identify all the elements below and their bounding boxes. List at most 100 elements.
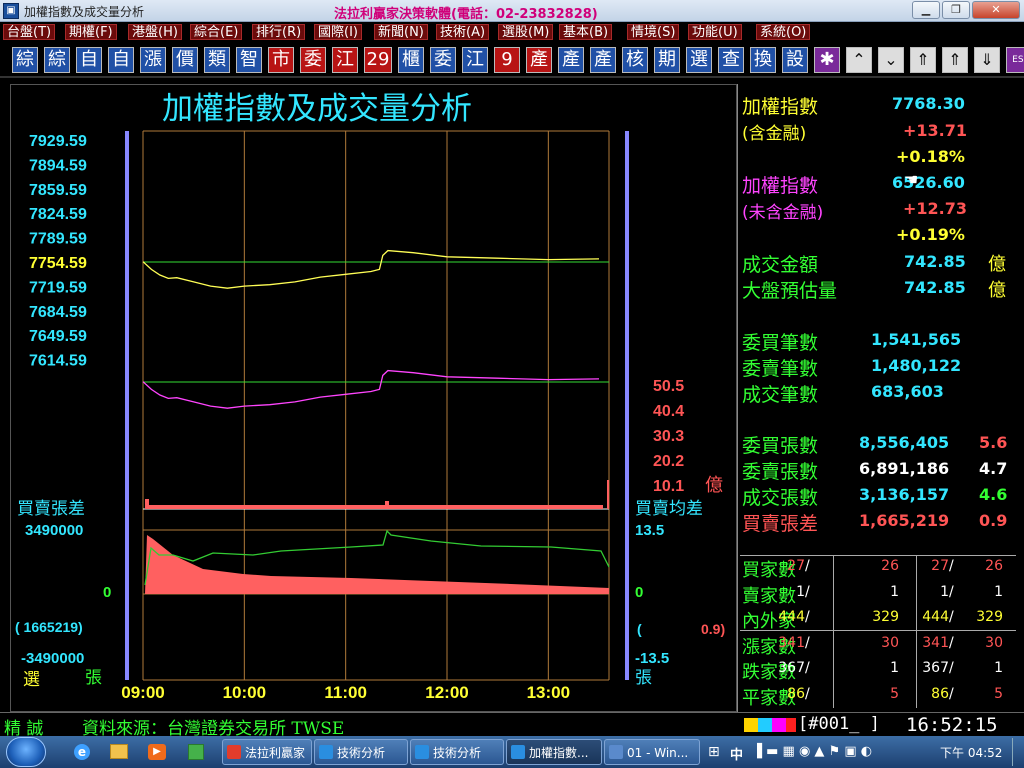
breadth-d-0: 26 [985, 558, 1003, 574]
menu-item-10[interactable]: 情境(S) [627, 24, 680, 40]
toolbar-button-17[interactable]: 產 [558, 47, 584, 73]
menu-item-8[interactable]: 選股(M) [498, 24, 554, 40]
count-value-1: 1,480,122 [871, 356, 962, 375]
index2-line [142, 369, 600, 409]
toolbar-button-18[interactable]: 產 [590, 47, 616, 73]
time-tick-label: 09:00 [121, 683, 164, 702]
toolbar-button-14[interactable]: 江 [462, 47, 488, 73]
toolbar-button-0[interactable]: 綜 [12, 47, 38, 73]
toolbar-button-25[interactable]: ✱ [814, 47, 840, 73]
tray-misc-icons: ▐ ▬ ▦ ◉ ▲ ⚑ ▣ ◐ [752, 744, 873, 759]
menu-item-3[interactable]: 綜合(E) [190, 24, 243, 40]
menu-item-6[interactable]: 新聞(N) [374, 24, 428, 40]
toolbar-button-16[interactable]: 產 [526, 47, 552, 73]
toolbar-button-2[interactable]: 自 [76, 47, 102, 73]
footer-left-label: 選 [23, 670, 40, 689]
volume-axis-label: 50.5 [653, 378, 684, 395]
count-value-0: 1,541,565 [871, 330, 962, 349]
toolbar-button-4[interactable]: 漲 [140, 47, 166, 73]
toolbar-button-24[interactable]: 設 [782, 47, 808, 73]
index-axis-label: 7754.59 [29, 255, 87, 272]
menu-item-7[interactable]: 技術(A) [436, 24, 490, 40]
breadth-c-5: 86 [931, 685, 949, 702]
folder-icon[interactable] [110, 744, 128, 759]
footer-left-unit: 張 [85, 668, 102, 687]
toolbar-button-7[interactable]: 智 [236, 47, 262, 73]
breadth-column-divider [916, 556, 917, 708]
index-axis-label: 7789.59 [29, 231, 87, 248]
menu-item-0[interactable]: 台盤(T) [3, 24, 56, 40]
balance-left-tick: -3490000 [21, 650, 84, 667]
menu-item-2[interactable]: 港盤(H) [128, 24, 182, 40]
toolbar-button-23[interactable]: 換 [750, 47, 776, 73]
show-desktop-button[interactable] [1012, 738, 1022, 766]
balance-right-value-open: ( [637, 621, 642, 637]
toolbar-button-3[interactable]: 自 [108, 47, 134, 73]
toolbar-button-27[interactable]: ⌄ [878, 47, 904, 73]
taskbar-item-0[interactable]: 法拉利贏家 [222, 739, 312, 765]
window-title: 加權指數及成交量分析 [24, 5, 145, 19]
maximize-button[interactable]: ❐ [942, 1, 970, 19]
minimize-button[interactable]: ▁ [912, 1, 940, 19]
shares-value-3: 1,665,219 [859, 511, 950, 530]
breadth-b-1: 1 [890, 583, 899, 600]
breadth-b-4: 1 [890, 660, 899, 676]
toolbar-button-6[interactable]: 類 [204, 47, 230, 73]
breadth-slash: / [949, 609, 954, 625]
taskbar-item-2[interactable]: 技術分析 [410, 739, 504, 765]
toolbar-button-5[interactable]: 價 [172, 47, 198, 73]
start-button[interactable] [6, 737, 46, 767]
toolbar-button-1[interactable]: 綜 [44, 47, 70, 73]
volume-axis-label: 20.2 [653, 453, 684, 470]
windows-taskbar: e ▶ 法拉利贏家 技術分析 技術分析 加權指數... 01 - Win... ⊞ 中 … [0, 736, 1024, 768]
breadth-a-4: 367 [778, 660, 805, 676]
breadth-b-3: 30 [881, 634, 899, 651]
paint-icon[interactable] [188, 744, 204, 760]
shares-label-2: 成交張數 [742, 487, 819, 509]
toolbar-button-30[interactable]: ⇓ [974, 47, 1000, 73]
menu-item-9[interactable]: 基本(B) [559, 24, 613, 40]
market-summary-panel: 加權指數 7768.30 (含金融) +13.71 +0.18% 加權指數 65… [737, 84, 1016, 712]
shares-ratio-3: 0.9 [979, 511, 1008, 530]
toolbar-button-15[interactable]: 9 [494, 47, 520, 73]
menu-item-12[interactable]: 系統(O) [756, 24, 811, 40]
toolbar-button-20[interactable]: 期 [654, 47, 680, 73]
balance-right-value: 0.9) [701, 621, 725, 637]
toolbar-button-31[interactable]: ESC [1006, 47, 1024, 73]
toolbar-button-19[interactable]: 核 [622, 47, 648, 73]
volume-unit-label: 億 [705, 475, 723, 495]
index1-sub: (含金融) [742, 124, 807, 144]
count-label-2: 成交筆數 [742, 384, 819, 406]
toolbar-button-28[interactable]: ⇑ [910, 47, 936, 73]
close-button[interactable]: ✕ [972, 1, 1020, 19]
index-axis-label: 7684.59 [29, 304, 87, 321]
menu-item-1[interactable]: 期權(F) [65, 24, 117, 40]
toolbar-button-29[interactable]: ⇑ [942, 47, 968, 73]
toolbar-button-8[interactable]: 市 [268, 47, 294, 73]
toolbar-button-22[interactable]: 查 [718, 47, 744, 73]
menu-item-4[interactable]: 排行(R) [252, 24, 306, 40]
ime-indicator[interactable]: 中 [730, 744, 743, 763]
tray-icons: ⊞ [708, 744, 720, 760]
breadth-d-2: 329 [976, 609, 1003, 625]
toolbar-button-12[interactable]: 櫃 [398, 47, 424, 73]
menu-item-5[interactable]: 國際(I) [314, 24, 362, 40]
toolbar-button-10[interactable]: 江 [332, 47, 358, 73]
shares-label-1: 委賣張數 [742, 461, 819, 483]
taskbar-item-1[interactable]: 技術分析 [314, 739, 408, 765]
taskbar-item-4[interactable]: 01 - Win... [604, 739, 700, 765]
toolbar-button-11[interactable]: 29 [364, 47, 392, 73]
toolbar-button-9[interactable]: 委 [300, 47, 326, 73]
breadth-slash: / [949, 558, 954, 574]
index2-sub: (未含金融) [742, 203, 824, 223]
toolbar-button-21[interactable]: 選 [686, 47, 712, 73]
internet-explorer-icon[interactable]: e [74, 744, 90, 760]
balance-left-value: ( 1665219) [15, 619, 83, 635]
taskbar-item-3[interactable]: 加權指數... [506, 739, 602, 765]
shares-ratio-0: 5.6 [979, 433, 1008, 452]
menu-item-11[interactable]: 功能(U) [688, 24, 742, 40]
toolbar-button-26[interactable]: ⌃ [846, 47, 872, 73]
toolbar-button-13[interactable]: 委 [430, 47, 456, 73]
media-player-icon[interactable]: ▶ [148, 744, 166, 760]
taskbar-item-icon [511, 745, 525, 759]
